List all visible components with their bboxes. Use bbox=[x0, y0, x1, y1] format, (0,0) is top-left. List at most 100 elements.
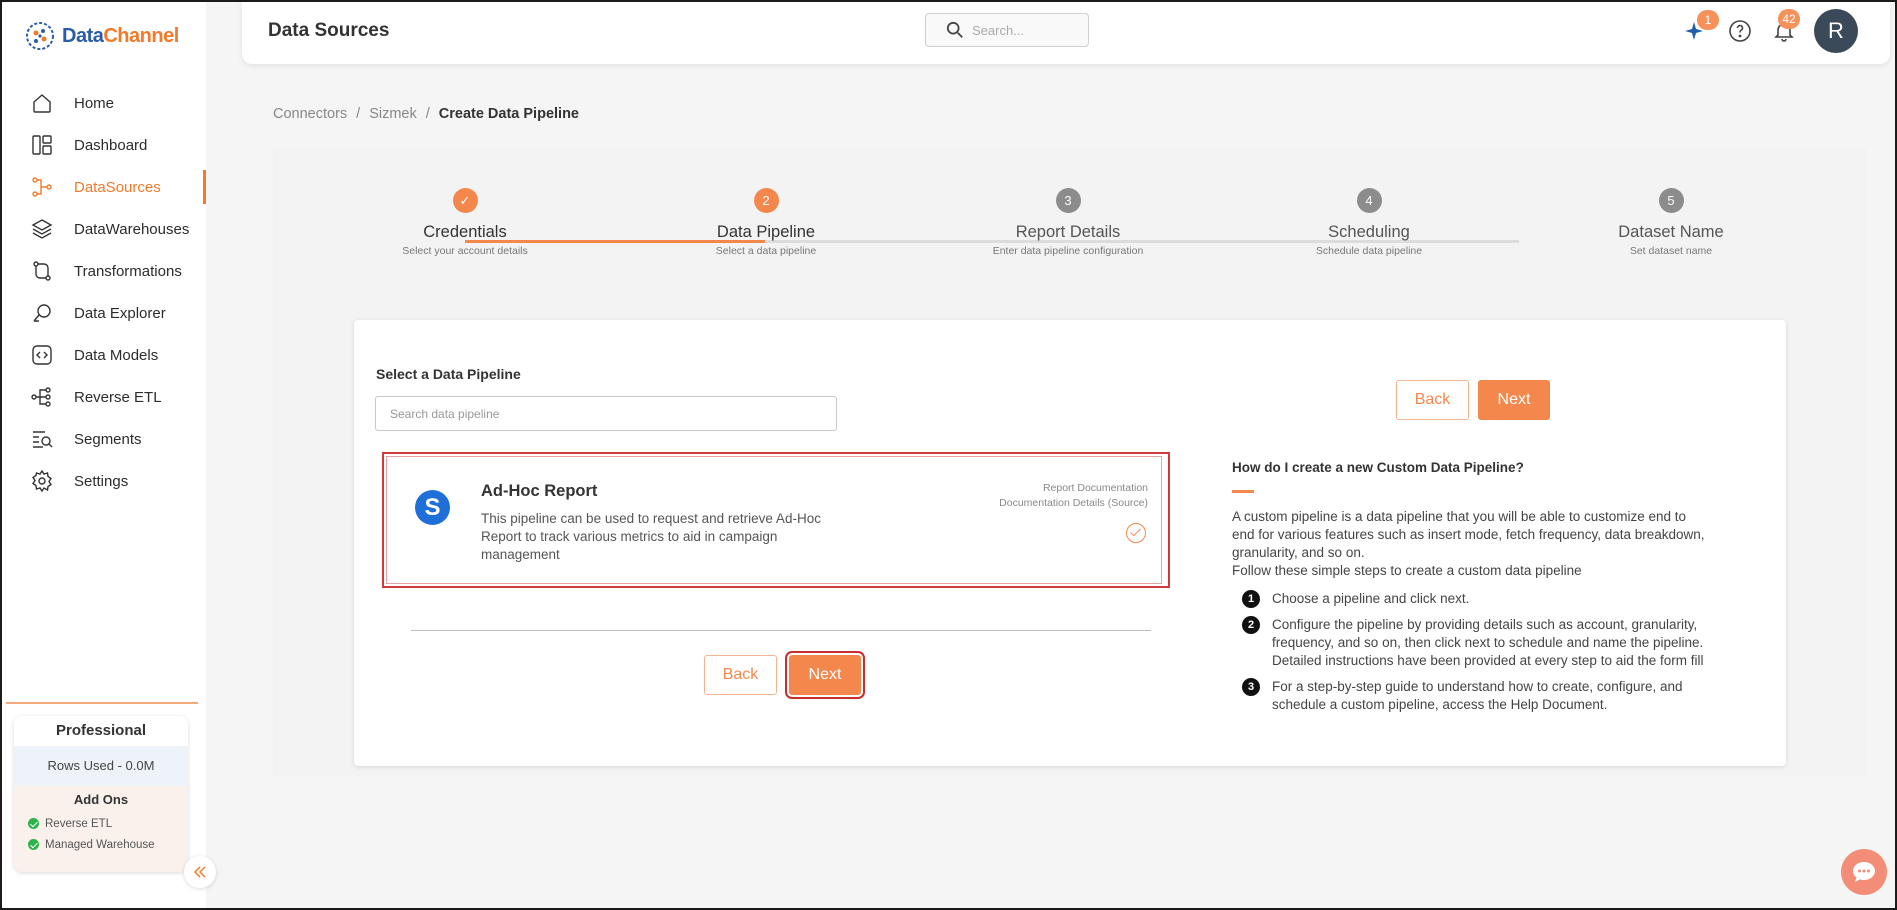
step-title: Scheduling bbox=[1328, 223, 1410, 241]
sidebar-item-label: Dashboard bbox=[74, 136, 148, 154]
sidebar-item-label: Data Explorer bbox=[74, 304, 166, 322]
step-number-badge: 2 bbox=[1242, 616, 1260, 634]
step-title: Report Details bbox=[1015, 223, 1121, 241]
home-icon bbox=[33, 94, 51, 113]
divider bbox=[411, 630, 1151, 631]
help-circle-icon bbox=[1729, 20, 1751, 42]
step-number-badge: 1 bbox=[1242, 590, 1260, 608]
pipeline-description: This pipeline can be used to request and… bbox=[481, 511, 821, 562]
step-report-details[interactable]: 3 Report Details Enter data pipeline con… bbox=[958, 188, 1178, 257]
layers-icon bbox=[31, 219, 53, 239]
datachannel-logo[interactable]: DataChannel bbox=[24, 20, 179, 52]
step-subtitle: Select a data pipeline bbox=[715, 245, 817, 257]
sidebar-item-label: Reverse ETL bbox=[74, 388, 162, 406]
sidebar-item-datasources[interactable]: DataSources bbox=[2, 166, 206, 208]
gear-icon bbox=[32, 469, 52, 493]
help-step: 1 Choose a pipeline and click next. bbox=[1242, 590, 1712, 608]
sidebar-item-data-explorer[interactable]: Data Explorer bbox=[2, 292, 206, 334]
help-intro-text: A custom pipeline is a data pipeline tha… bbox=[1232, 509, 1705, 560]
datasources-icon bbox=[32, 177, 52, 197]
help-step-text: For a step-by-step guide to understand h… bbox=[1272, 679, 1683, 712]
breadcrumb-current: Create Data Pipeline bbox=[438, 106, 579, 122]
ai-badge: 1 bbox=[1697, 10, 1719, 30]
sidebar-item-label: DataSources bbox=[74, 178, 161, 196]
chat-support-button[interactable] bbox=[1841, 849, 1887, 895]
sidebar-item-dashboard[interactable]: Dashboard bbox=[2, 124, 206, 166]
step-subtitle: Set dataset name bbox=[1629, 245, 1713, 257]
step-number-badge: 3 bbox=[1242, 678, 1260, 696]
sidebar-item-label: Transformations bbox=[74, 262, 182, 280]
step-title: Credentials bbox=[423, 223, 507, 241]
help-steps: 1 Choose a pipeline and click next. 2 Co… bbox=[1242, 590, 1712, 722]
sidebar-item-datawarehouses[interactable]: DataWarehouses bbox=[2, 208, 206, 250]
step-subtitle: Schedule data pipeline bbox=[1315, 245, 1423, 257]
back-button-top[interactable]: Back bbox=[1396, 380, 1469, 420]
sidebar-item-settings[interactable]: Settings bbox=[2, 460, 206, 502]
next-button-bottom[interactable]: Next bbox=[789, 655, 861, 695]
sidebar-item-home[interactable]: Home bbox=[2, 82, 206, 124]
global-search[interactable] bbox=[925, 13, 1089, 47]
search-input[interactable] bbox=[972, 22, 1072, 38]
check-circle-icon bbox=[28, 818, 39, 829]
pipeline-card: Select a Data Pipeline S Ad-Hoc Report T… bbox=[354, 320, 1786, 766]
plan-card: Professional Rows Used - 0.0M Add Ons Re… bbox=[14, 716, 188, 872]
breadcrumb-separator: / bbox=[356, 106, 361, 122]
sidebar-nav: Home Dashboard DataSources DataWarehouse… bbox=[2, 82, 206, 502]
pipeline-option-ad-hoc-report[interactable]: S Ad-Hoc Report This pipeline can be use… bbox=[382, 452, 1170, 588]
help-accent bbox=[1232, 490, 1254, 493]
avatar[interactable]: R bbox=[1814, 9, 1858, 53]
pipeline-name: Ad-Hoc Report bbox=[481, 482, 598, 500]
logo-text: DataChannel bbox=[62, 24, 179, 47]
stepper: ✓ Credentials Select your account detail… bbox=[273, 188, 1867, 278]
pipeline-search-input[interactable] bbox=[375, 396, 837, 431]
reverse-etl-icon bbox=[31, 387, 51, 407]
report-documentation-link[interactable]: Report Documentation bbox=[999, 481, 1148, 496]
help-title: How do I create a new Custom Data Pipeli… bbox=[1232, 460, 1524, 475]
sidebar-item-transformations[interactable]: Transformations bbox=[2, 250, 206, 292]
ai-assistant-button[interactable]: 1 bbox=[1684, 10, 1719, 46]
breadcrumb-sizmek[interactable]: Sizmek bbox=[369, 106, 417, 122]
addon-item: Reverse ETL bbox=[14, 813, 188, 834]
back-button-bottom[interactable]: Back bbox=[704, 655, 777, 695]
search-icon bbox=[946, 21, 963, 38]
help-intro: A custom pipeline is a data pipeline tha… bbox=[1232, 508, 1712, 580]
sidebar-item-segments[interactable]: Segments bbox=[2, 418, 206, 460]
sidebar: DataChannel Home Dashboard DataSources D… bbox=[2, 2, 206, 908]
help-button[interactable] bbox=[1728, 19, 1754, 45]
addons-section: Add Ons Reverse ETL Managed Warehouse bbox=[14, 786, 188, 872]
breadcrumb: Connectors / Sizmek / Create Data Pipeli… bbox=[273, 106, 579, 122]
step-subtitle: Enter data pipeline configuration bbox=[992, 245, 1144, 257]
segments-icon bbox=[33, 431, 53, 448]
double-chevron-left-icon bbox=[193, 866, 206, 878]
plan-title: Professional bbox=[55, 722, 147, 739]
explorer-icon bbox=[33, 304, 51, 322]
addon-item: Managed Warehouse bbox=[14, 834, 188, 855]
dashboard-icon bbox=[32, 135, 52, 155]
help-step-text: Choose a pipeline and click next. bbox=[1272, 591, 1470, 606]
sidebar-item-label: Home bbox=[74, 94, 115, 112]
breadcrumb-connectors[interactable]: Connectors bbox=[273, 106, 347, 122]
help-intro-text-2: Follow these simple steps to create a cu… bbox=[1232, 563, 1582, 578]
step-scheduling[interactable]: 4 Scheduling Schedule data pipeline bbox=[1259, 188, 1479, 257]
help-step: 3 For a step-by-step guide to understand… bbox=[1242, 678, 1712, 714]
notifications-button[interactable]: 42 bbox=[1772, 9, 1800, 45]
sidebar-item-data-models[interactable]: Data Models bbox=[2, 334, 206, 376]
top-bar: Data Sources 1 42 R bbox=[242, 2, 1890, 64]
create-pipeline-panel: ✓ Credentials Select your account detail… bbox=[273, 148, 1867, 776]
next-button-top[interactable]: Next bbox=[1478, 380, 1550, 420]
sizmek-logo: S bbox=[415, 490, 450, 525]
select-pipeline-label: Select a Data Pipeline bbox=[376, 366, 521, 382]
chat-bubble-icon bbox=[1853, 862, 1875, 882]
step-title: Dataset Name bbox=[1618, 223, 1724, 241]
step-data-pipeline[interactable]: 2 Data Pipeline Select a data pipeline bbox=[656, 188, 876, 257]
sidebar-item-label: Settings bbox=[74, 472, 129, 490]
documentation-details-link[interactable]: Documentation Details (Source) bbox=[999, 496, 1148, 511]
sidebar-item-label: Segments bbox=[74, 430, 142, 448]
step-credentials[interactable]: ✓ Credentials Select your account detail… bbox=[355, 188, 575, 257]
step-dataset-name[interactable]: 5 Dataset Name Set dataset name bbox=[1561, 188, 1781, 257]
notification-badge: 42 bbox=[1778, 9, 1800, 29]
collapse-sidebar-button[interactable] bbox=[184, 856, 216, 888]
rows-used: Rows Used - 0.0M bbox=[14, 746, 188, 786]
sidebar-item-reverse-etl[interactable]: Reverse ETL bbox=[2, 376, 206, 418]
sidebar-item-label: DataWarehouses bbox=[74, 220, 190, 238]
